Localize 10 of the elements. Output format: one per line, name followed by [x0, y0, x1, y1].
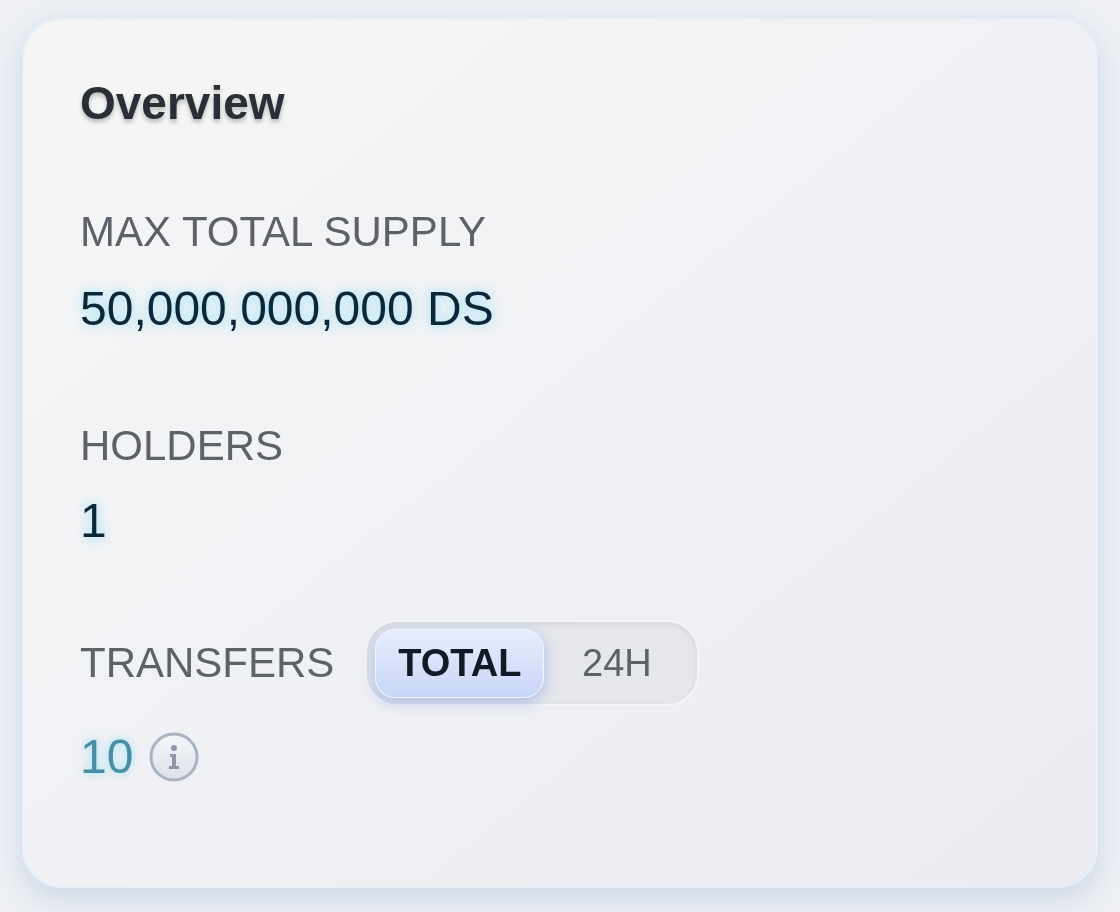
- card-title: Overview: [80, 80, 285, 126]
- info-icon[interactable]: [149, 732, 200, 782]
- period-tab[interactable]: TOTAL: [375, 628, 545, 698]
- transfers-value: 10: [80, 733, 134, 781]
- stat-label: MAX TOTAL SUPPLY: [80, 211, 487, 253]
- transfers-label: TRANSFERS: [80, 642, 335, 684]
- stat-value: 50,000,000,000 DS: [80, 285, 494, 333]
- period-tab[interactable]: 24H: [544, 628, 690, 698]
- stat-label: HOLDERS: [80, 425, 284, 467]
- stat-value: 1: [80, 497, 107, 545]
